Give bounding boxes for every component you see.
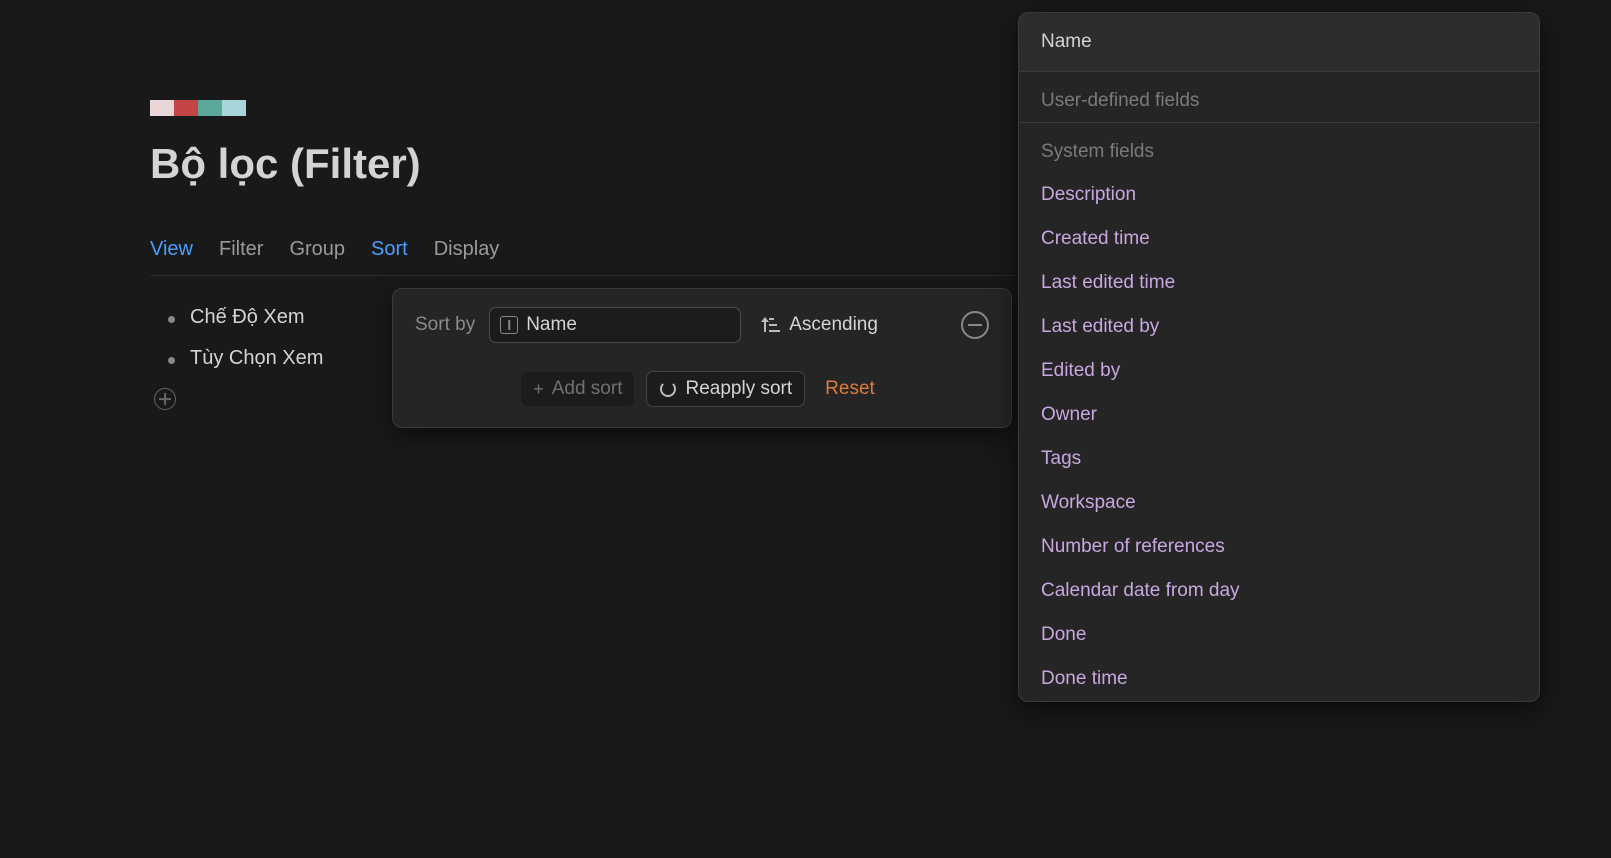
dropdown-item-last-edited-time[interactable]: Last edited time xyxy=(1019,261,1539,305)
dropdown-item-edited-by[interactable]: Edited by xyxy=(1019,349,1539,393)
reapply-sort-label: Reapply sort xyxy=(685,378,792,400)
remove-sort-icon[interactable] xyxy=(961,311,989,339)
dropdown-item-num-refs[interactable]: Number of references xyxy=(1019,525,1539,569)
dropdown-header-user-fields: User-defined fields xyxy=(1019,72,1539,122)
tab-filter[interactable]: Filter xyxy=(219,238,263,261)
tab-group[interactable]: Group xyxy=(289,238,345,261)
plus-icon: + xyxy=(533,379,544,400)
dropdown-header-system-fields: System fields xyxy=(1019,123,1539,173)
dropdown-item-done[interactable]: Done xyxy=(1019,613,1539,657)
dropdown-item-done-time[interactable]: Done time xyxy=(1019,657,1539,701)
color-swatch xyxy=(174,100,198,116)
reset-sort-button[interactable]: Reset xyxy=(817,372,883,406)
refresh-icon xyxy=(659,380,677,398)
name-field-icon xyxy=(500,316,518,334)
dropdown-item-last-edited-by[interactable]: Last edited by xyxy=(1019,305,1539,349)
dropdown-item-workspace[interactable]: Workspace xyxy=(1019,481,1539,525)
sort-direction-value: Ascending xyxy=(789,314,878,336)
dropdown-item-tags[interactable]: Tags xyxy=(1019,437,1539,481)
tab-sort[interactable]: Sort xyxy=(371,238,408,261)
dropdown-item-calendar-date[interactable]: Calendar date from day xyxy=(1019,569,1539,613)
dropdown-item-name[interactable]: Name xyxy=(1019,13,1539,72)
add-sort-button[interactable]: + Add sort xyxy=(521,372,634,406)
sort-field-select[interactable]: Name xyxy=(489,307,741,343)
sort-direction-select[interactable]: Ascending xyxy=(755,308,886,342)
sort-popover: Sort by Name Ascending + Add sort Reappl… xyxy=(392,288,1012,428)
sort-by-label: Sort by xyxy=(415,314,475,336)
color-swatch xyxy=(198,100,222,116)
page-color-strip xyxy=(150,100,246,116)
reapply-sort-button[interactable]: Reapply sort xyxy=(646,371,805,407)
add-sort-label: Add sort xyxy=(552,378,623,400)
sort-ascending-icon xyxy=(763,316,781,334)
color-swatch xyxy=(222,100,246,116)
color-swatch xyxy=(150,100,174,116)
sort-field-dropdown: Name User-defined fields System fields D… xyxy=(1018,12,1540,702)
sort-field-value: Name xyxy=(526,314,577,336)
dropdown-item-owner[interactable]: Owner xyxy=(1019,393,1539,437)
dropdown-item-description[interactable]: Description xyxy=(1019,173,1539,217)
tab-display[interactable]: Display xyxy=(434,238,500,261)
dropdown-item-created-time[interactable]: Created time xyxy=(1019,217,1539,261)
tab-view[interactable]: View xyxy=(150,238,193,261)
add-item-icon[interactable] xyxy=(154,388,176,410)
reset-label: Reset xyxy=(825,378,875,400)
